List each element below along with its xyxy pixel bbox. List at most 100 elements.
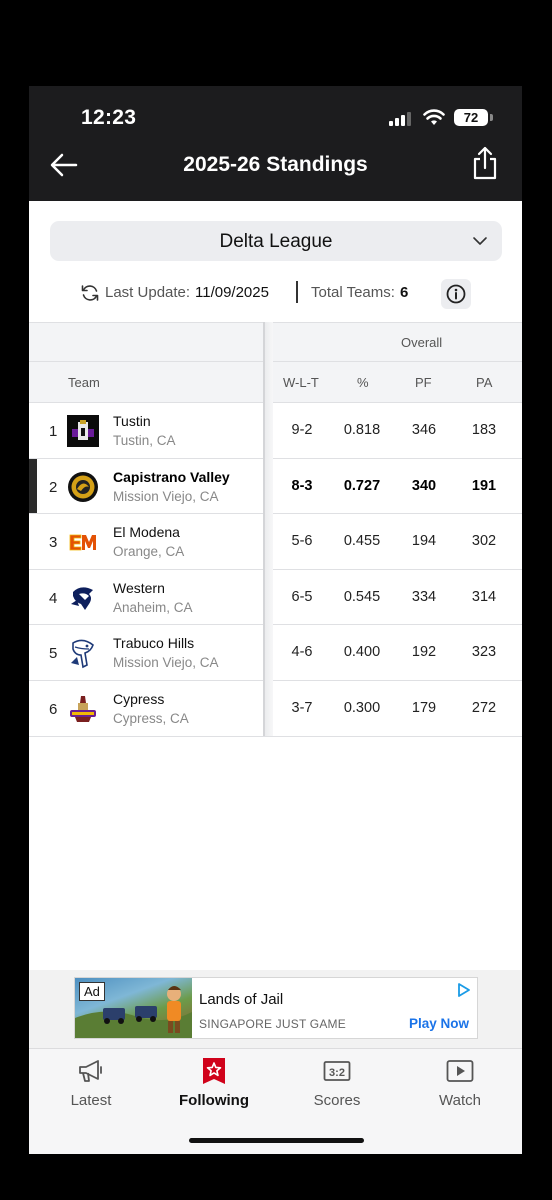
team-location: Mission Viejo, CA: [113, 488, 219, 504]
tab-watch[interactable]: Watch: [410, 1057, 510, 1117]
team-location: Cypress, CA: [113, 711, 189, 726]
rank: 3: [49, 534, 58, 552]
tab-label: Latest: [70, 1092, 112, 1109]
total-teams-label: Total Teams:: [311, 284, 395, 301]
tab-following[interactable]: Following: [164, 1057, 264, 1117]
total-teams-value: 6: [400, 284, 409, 301]
bottom-tab-bar: Latest Following 3:2 Scores Watch: [29, 1048, 522, 1154]
table-row[interactable]: 3 El Modena Orange, CA 5-6 0.455 194 302: [29, 514, 522, 570]
table-column-header: Team W-L-T % PF PA: [29, 362, 522, 403]
wlt-value: 4-6: [291, 644, 313, 661]
pf-value: 346: [411, 422, 437, 438]
team-location: Orange, CA: [113, 544, 185, 560]
team-location: Mission Viejo, CA: [113, 655, 219, 671]
team-name[interactable]: El Modena: [113, 524, 180, 540]
team-column-header[interactable]: Team: [68, 375, 100, 390]
app-screen: 12:23 72 2025-26 Standings Delta League: [29, 86, 522, 1154]
pf-value: 340: [411, 477, 437, 494]
battery-level: 72: [454, 109, 488, 126]
ad-banner: Ad Lands of Jail SINGAPORE JUST GAME Pla…: [29, 970, 522, 1048]
tustin-logo-icon: [67, 415, 99, 447]
pa-value: 272: [471, 700, 497, 716]
wlt-value: 6-5: [291, 588, 313, 605]
team-name[interactable]: Capistrano Valley: [113, 469, 230, 485]
ad-card[interactable]: Ad Lands of Jail SINGAPORE JUST GAME Pla…: [74, 977, 478, 1039]
play-icon: [446, 1060, 474, 1082]
ad-badge: Ad: [79, 982, 105, 1001]
megaphone-icon: [79, 1060, 102, 1082]
divider: [296, 281, 298, 303]
pct-value: 0.400: [343, 644, 381, 661]
rank: 5: [49, 645, 58, 663]
tab-latest[interactable]: Latest: [41, 1057, 141, 1117]
ad-subtitle: SINGAPORE JUST GAME: [199, 1017, 346, 1031]
cypress-logo-icon: [70, 696, 96, 722]
overall-header: Overall: [401, 335, 443, 350]
pf-column-header[interactable]: PF: [415, 375, 432, 390]
chevron-down-icon: [473, 237, 487, 245]
rank: 2: [49, 478, 58, 496]
pct-value: 0.818: [343, 422, 381, 438]
el-modena-logo-icon: [69, 534, 96, 551]
pa-value: 183: [471, 422, 497, 438]
battery-icon: [490, 114, 493, 121]
pct-value: 0.727: [343, 477, 381, 494]
pa-value: 191: [471, 477, 497, 494]
frozen-column-divider: [263, 322, 273, 736]
team-name[interactable]: Cypress: [113, 691, 164, 707]
league-dropdown-value: Delta League: [219, 231, 333, 252]
pa-value: 323: [471, 644, 497, 661]
rank: 1: [49, 423, 58, 440]
league-dropdown[interactable]: Delta League: [50, 221, 502, 261]
rank: 6: [49, 701, 58, 718]
tab-scores[interactable]: 3:2 Scores: [287, 1057, 387, 1117]
ad-title[interactable]: Lands of Jail: [199, 991, 283, 1008]
pct-column-header[interactable]: %: [357, 375, 369, 390]
capistrano-valley-logo-icon: [68, 471, 98, 502]
home-indicator[interactable]: [189, 1138, 364, 1143]
pct-value: 0.300: [343, 700, 381, 716]
team-location: Tustin, CA: [113, 433, 176, 448]
trabuco-hills-logo-icon: [71, 640, 94, 669]
table-row[interactable]: 4 Western Anaheim, CA 6-5 0.545 334 314: [29, 569, 522, 626]
wlt-column-header[interactable]: W-L-T: [283, 375, 319, 390]
team-name[interactable]: Western: [113, 580, 165, 596]
rank: 4: [49, 589, 58, 607]
pf-value: 194: [411, 533, 437, 550]
pa-column-header[interactable]: PA: [476, 375, 492, 390]
ad-image[interactable]: Ad: [75, 978, 192, 1038]
pa-value: 302: [471, 533, 497, 550]
wlt-value: 5-6: [291, 533, 313, 550]
team-name[interactable]: Trabuco Hills: [113, 635, 194, 651]
update-info: Last Update: 11/09/2025 Total Teams: 6: [29, 279, 522, 309]
pf-value: 192: [411, 644, 437, 661]
wlt-value: 9-2: [291, 422, 313, 438]
table-row-selected[interactable]: 2 Capistrano Valley Mission Viejo, CA 8-…: [29, 458, 522, 515]
status-time: 12:23: [81, 106, 137, 129]
refresh-icon[interactable]: [80, 283, 100, 303]
western-logo-icon: [71, 587, 93, 610]
pa-value: 314: [471, 588, 497, 605]
info-button[interactable]: [441, 279, 471, 309]
last-update-label: Last Update:: [105, 284, 191, 301]
tab-label: Watch: [439, 1092, 481, 1109]
share-icon[interactable]: [470, 146, 500, 180]
tab-label: Following: [179, 1092, 249, 1109]
ad-play-now-button[interactable]: Play Now: [409, 1016, 469, 1031]
top-bar: 12:23 72 2025-26 Standings: [29, 86, 522, 201]
wlt-value: 3-7: [291, 700, 313, 716]
table-row[interactable]: 6 Cypress Cypress, CA 3-7 0.300 179 272: [29, 681, 522, 737]
table-group-header: Overall: [29, 322, 522, 362]
table-row[interactable]: 1 Tustin Tustin, CA 9-2 0.818 346 183: [29, 403, 522, 459]
pf-value: 334: [411, 588, 437, 605]
team-location: Anaheim, CA: [113, 599, 193, 615]
last-update-value: 11/09/2025: [195, 284, 269, 301]
pf-value: 179: [411, 700, 437, 716]
ad-choices-icon[interactable]: [457, 983, 471, 997]
table-row[interactable]: 5 Trabuco Hills Mission Viejo, CA 4-6 0.…: [29, 625, 522, 681]
tab-label: Scores: [313, 1092, 361, 1109]
star-icon: [203, 1058, 225, 1084]
info-icon: [446, 284, 466, 304]
scoreboard-icon: 3:2: [323, 1061, 351, 1081]
team-name[interactable]: Tustin: [113, 413, 151, 429]
